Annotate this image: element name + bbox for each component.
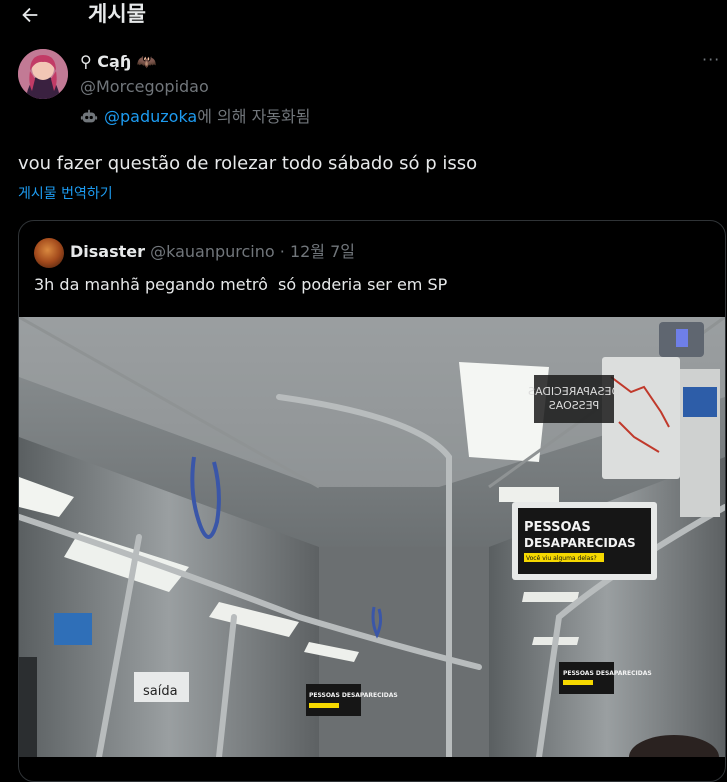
author-handle[interactable]: @Morcegopidao	[80, 77, 209, 97]
quoted-date[interactable]: · 12월 7일	[280, 242, 355, 261]
quoted-author-handle[interactable]: @kauanpurcino	[150, 242, 275, 261]
robot-icon	[80, 109, 98, 123]
subway-car-interior-image: DESAPARECIDAS PESSOAS PESSOAS DESAPARECI…	[19, 317, 725, 757]
post-text: vou fazer questão de rolezar todo sábado…	[18, 153, 478, 174]
translate-post-link[interactable]: 게시물 번역하기	[18, 185, 113, 203]
sign-small-2: PESSOAS DESAPARECIDAS	[309, 692, 398, 699]
top-header: 게시물	[0, 0, 727, 30]
quoted-author-name[interactable]: Disaster	[70, 242, 145, 261]
svg-text:DESAPARECIDAS: DESAPARECIDAS	[528, 385, 620, 398]
quoted-text: 3h da manhã pegando metrô só poderia ser…	[34, 275, 448, 294]
sign-main-line2: DESAPARECIDAS	[524, 536, 636, 550]
door-label: saída	[143, 684, 178, 699]
quoted-header: Disaster @kauanpurcino · 12월 7일	[70, 241, 355, 263]
more-horizontal-icon: ···	[702, 50, 721, 69]
svg-text:PESSOAS: PESSOAS	[549, 399, 600, 412]
quoted-post[interactable]: Disaster @kauanpurcino · 12월 7일 3h da ma…	[18, 220, 726, 782]
more-options-button[interactable]: ···	[702, 52, 720, 68]
back-button[interactable]	[18, 3, 42, 27]
automated-by-mention[interactable]: @paduzoka	[104, 106, 197, 128]
avatar[interactable]	[18, 49, 68, 99]
page-title: 게시물	[88, 2, 146, 26]
automated-label: @paduzoka 에 의해 자동화됨	[80, 106, 310, 128]
sign-main-line1: PESSOAS	[524, 520, 591, 535]
avatar-image	[18, 49, 68, 99]
author-display-name[interactable]: ⚲ Cąɧ 🦇	[80, 52, 157, 72]
sign-small-1: PESSOAS DESAPARECIDAS	[563, 670, 652, 677]
quoted-media-photo[interactable]: DESAPARECIDAS PESSOAS PESSOAS DESAPARECI…	[19, 317, 725, 757]
automated-by-suffix: 에 의해 자동화됨	[197, 107, 311, 126]
arrow-left-icon	[22, 7, 38, 23]
quoted-avatar[interactable]	[34, 238, 64, 268]
sign-main-sub: Você viu alguma delas?	[526, 555, 597, 562]
